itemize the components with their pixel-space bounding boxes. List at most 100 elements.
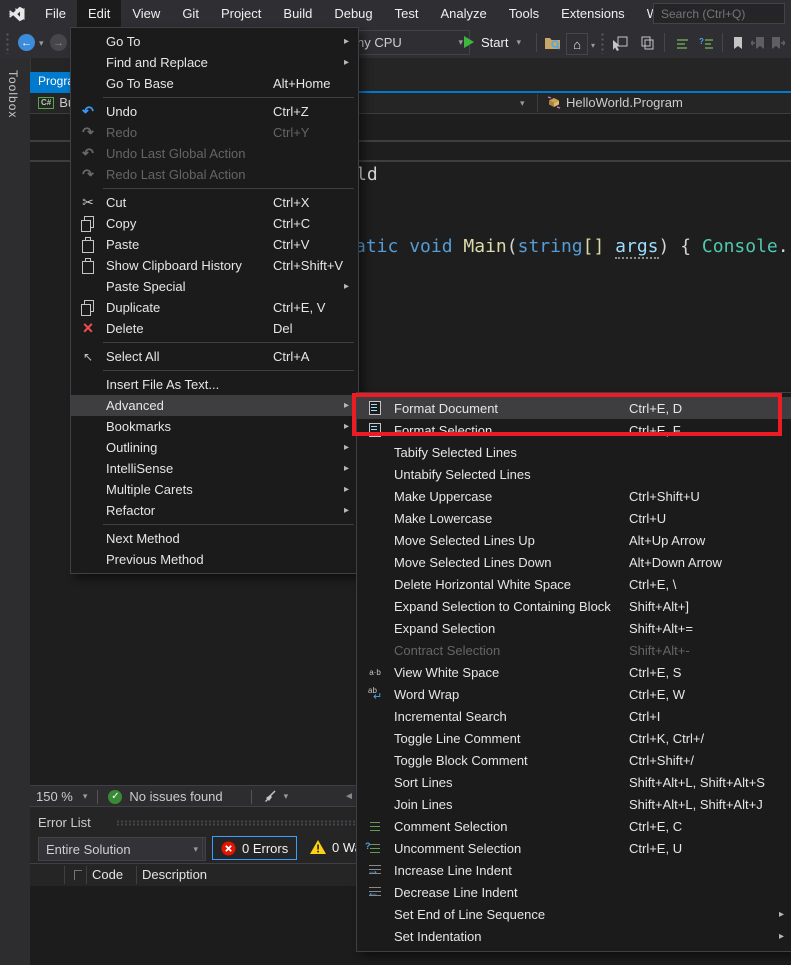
menu-item-uncomment-selection[interactable]: Uncomment SelectionCtrl+E, U [357,837,791,859]
start-debug-button[interactable]: Start ▾ [464,31,521,53]
menu-item-set-indentation[interactable]: Set Indentation▸ [357,925,791,947]
scope-dropdown[interactable]: Entire Solution ▾ [38,837,206,861]
copy-with-pointer-icon[interactable] [636,33,656,53]
menu-item-redo-last-global-action[interactable]: Redo Last Global Action [71,164,358,185]
menubar-item-git[interactable]: Git [171,0,210,27]
menu-item-multiple-carets[interactable]: Multiple Carets▸ [71,479,358,500]
column-divider[interactable] [136,866,137,884]
errors-filter-button[interactable]: 0 Errors [212,836,297,860]
menu-item-set-end-of-line-sequence[interactable]: Set End of Line Sequence▸ [357,903,791,925]
menubar-item-analyze[interactable]: Analyze [429,0,497,27]
next-bookmark-icon[interactable] [768,33,788,53]
menu-item-paste-special[interactable]: Paste Special▸ [71,276,358,297]
toolbar-grip[interactable] [5,32,11,54]
menu-item-increase-line-indent[interactable]: Increase Line Indent [357,859,791,881]
menu-item-toggle-line-comment[interactable]: Toggle Line CommentCtrl+K, Ctrl+/ [357,727,791,749]
menu-item-copy[interactable]: CopyCtrl+C [71,213,358,234]
menu-item-insert-file-as-text[interactable]: Insert File As Text... [71,374,358,395]
column-header-code[interactable]: Code [92,867,123,882]
menu-item-move-selected-lines-up[interactable]: Move Selected Lines UpAlt+Up Arrow [357,529,791,551]
menu-item-shortcut: Alt+Down Arrow [629,555,722,570]
menubar-item-test[interactable]: Test [384,0,430,27]
column-header-description[interactable]: Description [142,867,207,882]
menubar-item-project[interactable]: Project [210,0,272,27]
menu-item-show-clipboard-history[interactable]: Show Clipboard HistoryCtrl+Shift+V [71,255,358,276]
menu-item-intellisense[interactable]: IntelliSense▸ [71,458,358,479]
menu-item-incremental-search[interactable]: Incremental SearchCtrl+I [357,705,791,727]
type-dropdown[interactable]: HelloWorld.Program [547,95,683,110]
menu-item-format-document[interactable]: Format DocumentCtrl+E, D [357,397,791,419]
bookmark-icon[interactable] [728,33,748,53]
menu-item-paste[interactable]: PasteCtrl+V [71,234,358,255]
menu-item-sort-lines[interactable]: Sort LinesShift+Alt+L, Shift+Alt+S [357,771,791,793]
uncomment-lines-icon[interactable]: ? [696,33,716,53]
menu-item-delete-horizontal-white-space[interactable]: Delete Horizontal White SpaceCtrl+E, \ [357,573,791,595]
navigate-forward-button[interactable]: → [50,34,67,51]
menu-item-delete[interactable]: DeleteDel [71,318,358,339]
comment-lines-icon[interactable] [672,33,692,53]
menu-item-contract-selection[interactable]: Contract SelectionShift+Alt+- [357,639,791,661]
search-input[interactable] [653,3,785,24]
panel-title[interactable]: Error List [38,815,91,830]
menubar-item-view[interactable]: View [121,0,171,27]
column-divider[interactable] [86,866,87,884]
menu-item-format-selection[interactable]: Format SelectionCtrl+E, F [357,419,791,441]
menu-item-go-to-base[interactable]: Go To BaseAlt+Home [71,73,358,94]
menu-item-comment-selection[interactable]: Comment SelectionCtrl+E, C [357,815,791,837]
previous-bookmark-icon[interactable] [748,33,768,53]
find-in-files-icon[interactable] [542,33,562,53]
zoom-level-dropdown[interactable]: 150 % [36,789,73,804]
severity-column-icon[interactable] [74,870,82,880]
menu-item-expand-selection-to-containing-block[interactable]: Expand Selection to Containing BlockShif… [357,595,791,617]
pointer-box-icon[interactable] [610,33,630,53]
toolbox-tab[interactable]: Toolbox [6,70,20,118]
project-dropdown-caret-icon[interactable]: ▾ [520,98,525,109]
code-cleanup-caret-icon[interactable]: ▾ [284,791,289,802]
menu-item-advanced[interactable]: Advanced▸ [71,395,358,416]
menu-item-redo[interactable]: RedoCtrl+Y [71,122,358,143]
menu-item-decrease-line-indent[interactable]: Decrease Line Indent [357,881,791,903]
vs-window: FileEditViewGitProjectBuildDebugTestAnal… [0,0,791,965]
health-status-text[interactable]: No issues found [129,789,222,804]
menubar-item-edit[interactable]: Edit [77,0,121,27]
toolbar-overflow-icon[interactable]: ▾ [591,41,595,50]
scroll-left-icon[interactable]: ◄ [344,791,354,802]
menubar-item-tools[interactable]: Tools [498,0,550,27]
menu-item-bookmarks[interactable]: Bookmarks▸ [71,416,358,437]
menu-item-make-uppercase[interactable]: Make UppercaseCtrl+Shift+U [357,485,791,507]
menu-item-expand-selection[interactable]: Expand SelectionShift+Alt+= [357,617,791,639]
menu-item-join-lines[interactable]: Join LinesShift+Alt+L, Shift+Alt+J [357,793,791,815]
menu-item-word-wrap[interactable]: Word WrapCtrl+E, W [357,683,791,705]
navigate-backward-button[interactable]: ← [18,34,35,51]
zoom-caret-icon[interactable]: ▾ [83,791,88,802]
navigate-backward-dropdown-icon[interactable]: ▾ [39,38,44,49]
code-cleanup-icon[interactable] [262,790,278,804]
menubar-item-file[interactable]: File [34,0,77,27]
menubar-item-extensions[interactable]: Extensions [550,0,636,27]
menu-item-select-all[interactable]: Select AllCtrl+A [71,346,358,367]
menu-item-refactor[interactable]: Refactor▸ [71,500,358,521]
menu-item-previous-method[interactable]: Previous Method [71,549,358,570]
menu-item-next-method[interactable]: Next Method [71,528,358,549]
solution-platforms-dropdown[interactable]: ny CPU ▾ [350,30,470,55]
menu-item-undo[interactable]: UndoCtrl+Z [71,101,358,122]
menu-item-toggle-block-comment[interactable]: Toggle Block CommentCtrl+Shift+/ [357,749,791,771]
menu-item-move-selected-lines-down[interactable]: Move Selected Lines DownAlt+Down Arrow [357,551,791,573]
start-dropdown-icon[interactable]: ▾ [516,37,521,48]
menu-item-cut[interactable]: CutCtrl+X [71,192,358,213]
menu-separator [103,97,354,98]
menu-item-untabify-selected-lines[interactable]: Untabify Selected Lines [357,463,791,485]
menu-item-view-white-space[interactable]: View White SpaceCtrl+E, S [357,661,791,683]
menubar-item-build[interactable]: Build [272,0,323,27]
menu-item-duplicate[interactable]: DuplicateCtrl+E, V [71,297,358,318]
menu-item-go-to[interactable]: Go To▸ [71,31,358,52]
menu-item-outlining[interactable]: Outlining▸ [71,437,358,458]
menu-item-make-lowercase[interactable]: Make LowercaseCtrl+U [357,507,791,529]
menu-item-find-and-replace[interactable]: Find and Replace▸ [71,52,358,73]
menu-item-tabify-selected-lines[interactable]: Tabify Selected Lines [357,441,791,463]
menubar-item-debug[interactable]: Debug [323,0,383,27]
home-icon[interactable]: ⌂ [566,33,588,55]
column-divider[interactable] [64,866,65,884]
toolbar-grip[interactable] [600,32,606,54]
menu-item-undo-last-global-action[interactable]: Undo Last Global Action [71,143,358,164]
